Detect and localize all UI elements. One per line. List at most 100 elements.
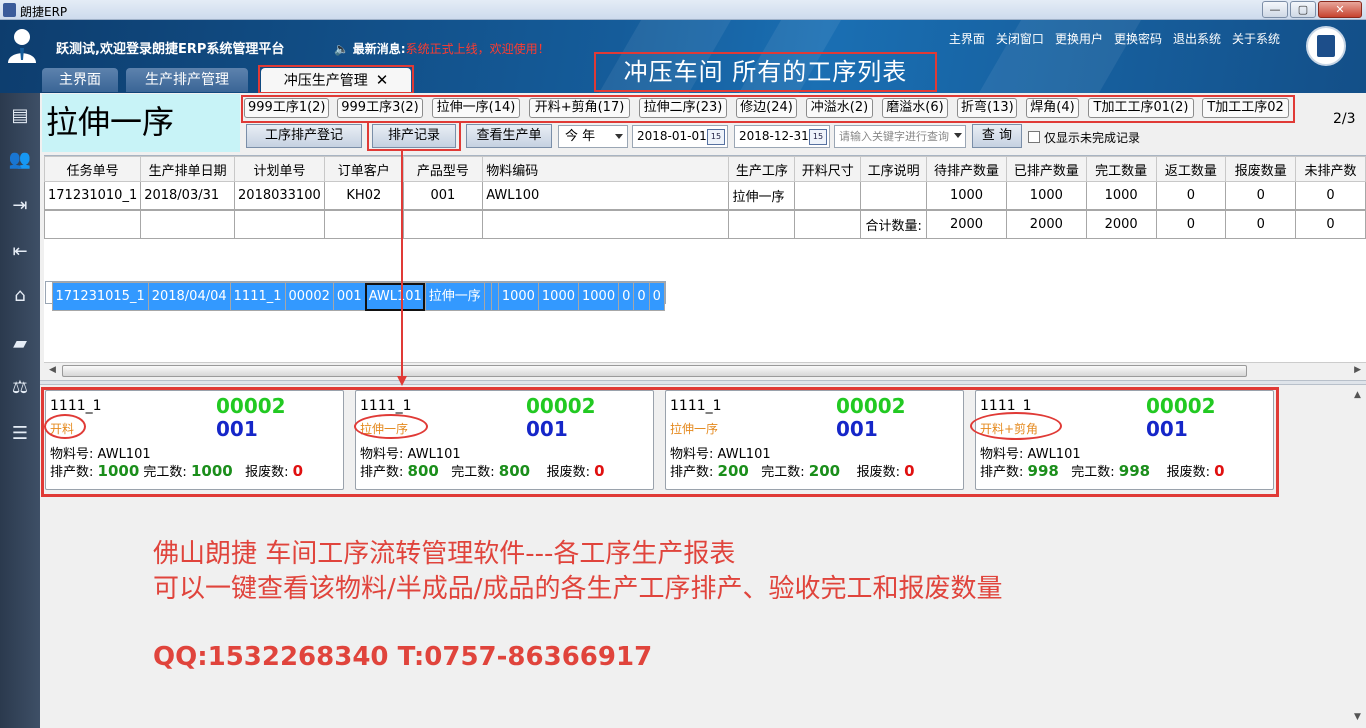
table-cell: 1000	[537, 282, 580, 311]
document-icon[interactable]: ▤	[8, 105, 32, 127]
process-card[interactable]: 1111_1 00002 001 开料 物料号: AWL101 排产数: 100…	[45, 390, 344, 490]
process-chip[interactable]: 修边(24)	[736, 98, 797, 118]
maximize-button[interactable]: ▢	[1290, 1, 1316, 18]
column-header[interactable]: 生产排单日期	[140, 156, 236, 182]
header-banner: 跃测试,欢迎登录朗捷ERP系统管理平台 🔈 最新消息:系统正式上线，欢迎使用！ …	[0, 20, 1366, 93]
link-about[interactable]: 关于系统	[1232, 30, 1280, 47]
table-cell: 0	[648, 282, 665, 311]
column-header[interactable]: 报废数量	[1225, 156, 1297, 182]
scrap-value: 0	[904, 462, 915, 480]
material-value: AWL101	[1027, 447, 1081, 462]
column-header[interactable]: 物料编码	[482, 156, 730, 182]
process-chip[interactable]: 焊角(4)	[1026, 98, 1079, 118]
scroll-down-icon[interactable]: ▼	[1354, 712, 1361, 722]
tab-home[interactable]: 主界面	[42, 68, 118, 92]
process-chip[interactable]: 冲溢水(2)	[806, 98, 873, 118]
period-select[interactable]: 今 年	[558, 125, 628, 148]
column-header[interactable]: 产品型号	[402, 156, 484, 182]
users-icon[interactable]: 👥	[8, 149, 32, 171]
table-cell: AWL101	[364, 282, 426, 311]
process-chip[interactable]: 999工序3(2)	[337, 98, 423, 118]
table-cell	[140, 210, 236, 239]
link-close-window[interactable]: 关闭窗口	[996, 30, 1044, 47]
calendar-icon[interactable]: 15	[809, 129, 827, 145]
date-from-field[interactable]: 2018-01-01 15	[632, 125, 728, 148]
unfinished-checkbox[interactable]	[1028, 131, 1040, 143]
table-cell: AWL100	[482, 181, 730, 210]
process-chip[interactable]: 拉伸二序(23)	[639, 98, 727, 118]
column-header[interactable]: 订单客户	[324, 156, 404, 182]
link-home[interactable]: 主界面	[949, 30, 985, 47]
report-icon[interactable]: ☰	[8, 423, 32, 445]
truck-in-icon[interactable]: ⇤	[8, 241, 32, 263]
column-header[interactable]: 待排产数量	[926, 156, 1007, 182]
factory-icon[interactable]: ▰	[8, 333, 32, 355]
process-chip[interactable]: 磨溢水(6)	[882, 98, 948, 118]
process-card[interactable]: 1111_1 00002 001 拉伸一序 物料号: AWL101 排产数: 8…	[355, 390, 654, 490]
card-material: 物料号: AWL101	[50, 443, 151, 462]
date-to-field[interactable]: 2018-12-31 15	[734, 125, 830, 148]
view-orders-button[interactable]: 查看生产单	[466, 124, 552, 148]
table-cell: 001	[402, 181, 484, 210]
vertical-scrollbar[interactable]: ▲ ▼	[1350, 386, 1366, 728]
total-cell: 0	[1155, 210, 1227, 239]
scale-icon[interactable]: ⚖	[8, 377, 32, 399]
table-cell	[490, 282, 499, 311]
close-button[interactable]: ✕	[1318, 1, 1362, 18]
column-header[interactable]: 已排产数量	[1005, 156, 1087, 182]
warehouse-icon[interactable]: ⌂	[8, 285, 32, 307]
column-header[interactable]: 开料尺寸	[794, 156, 862, 182]
done-label: 完工数:	[1071, 465, 1115, 480]
link-change-password[interactable]: 更换密码	[1114, 30, 1162, 47]
card-material: 物料号: AWL101	[360, 443, 461, 462]
table-cell: 0	[1225, 181, 1297, 210]
process-card[interactable]: 1111_1 00002 001 开料+剪角 物料号: AWL101 排产数: …	[975, 390, 1274, 490]
column-header[interactable]: 返工数量	[1155, 156, 1227, 182]
column-header[interactable]: 工序说明	[860, 156, 928, 182]
link-exit[interactable]: 退出系统	[1173, 30, 1221, 47]
process-chip[interactable]: T加工工序02	[1202, 98, 1289, 118]
column-header[interactable]: 未排产数	[1295, 156, 1366, 182]
minimize-button[interactable]: —	[1262, 1, 1288, 18]
process-chip[interactable]: 999工序1(2)	[244, 98, 329, 118]
table-cell: 1111_1	[229, 282, 286, 311]
table-cell	[402, 210, 484, 239]
column-header[interactable]: 完工数量	[1085, 156, 1157, 182]
panel-splitter[interactable]	[40, 380, 1366, 385]
scroll-right-icon[interactable]: ▶	[1354, 365, 1361, 375]
scheduled-value: 1000	[97, 462, 140, 480]
search-input[interactable]: 请输入关键字进行查询	[834, 125, 966, 148]
table-cell: 1000	[1085, 181, 1157, 210]
horizontal-scrollbar[interactable]: ◀ ▶	[44, 362, 1366, 378]
process-chip[interactable]: 折弯(13)	[957, 98, 1017, 118]
process-register-button[interactable]: 工序排产登记	[246, 124, 362, 148]
query-button[interactable]: 查 询	[972, 124, 1022, 148]
material-value: AWL101	[97, 447, 151, 462]
news-banner: 🔈 最新消息:系统正式上线，欢迎使用！	[334, 40, 550, 57]
process-card[interactable]: 1111_1 00002 001 拉伸一序 物料号: AWL101 排产数: 2…	[665, 390, 964, 490]
calendar-icon[interactable]: 15	[707, 129, 725, 145]
table-row[interactable]: 171231010_1 2018/03/31 2018033100 KH02 0…	[43, 181, 1366, 210]
truck-out-icon[interactable]: ⇥	[8, 195, 32, 217]
column-header[interactable]: 计划单号	[234, 156, 326, 182]
card-product: 001	[526, 417, 568, 441]
column-header[interactable]: 生产工序	[728, 156, 796, 182]
table-row-selected[interactable]: 171231015_1 2018/04/04 1111_1 00002 001 …	[44, 281, 666, 311]
link-switch-user[interactable]: 更换用户	[1055, 30, 1103, 47]
scroll-left-icon[interactable]: ◀	[49, 365, 56, 375]
tab-production-scheduling[interactable]: 生产排产管理	[126, 68, 248, 92]
scheduled-label: 排产数:	[360, 465, 404, 480]
window-title: 朗捷ERP	[20, 5, 68, 19]
table-cell	[234, 210, 326, 239]
chevron-down-icon	[954, 133, 962, 138]
column-header[interactable]: 任务单号	[43, 156, 142, 182]
scroll-up-icon[interactable]: ▲	[1354, 390, 1361, 400]
process-chip[interactable]: 拉伸一序(14)	[432, 98, 520, 118]
process-chip[interactable]: 开料+剪角(17)	[529, 98, 630, 118]
table-cell: 2018/04/04	[147, 282, 231, 311]
scrollbar-thumb[interactable]	[62, 365, 1247, 377]
process-circle-annotation	[354, 414, 428, 439]
process-chip[interactable]: T加工工序01(2)	[1088, 98, 1194, 118]
table-cell	[483, 282, 492, 311]
scheduled-label: 排产数:	[670, 465, 714, 480]
